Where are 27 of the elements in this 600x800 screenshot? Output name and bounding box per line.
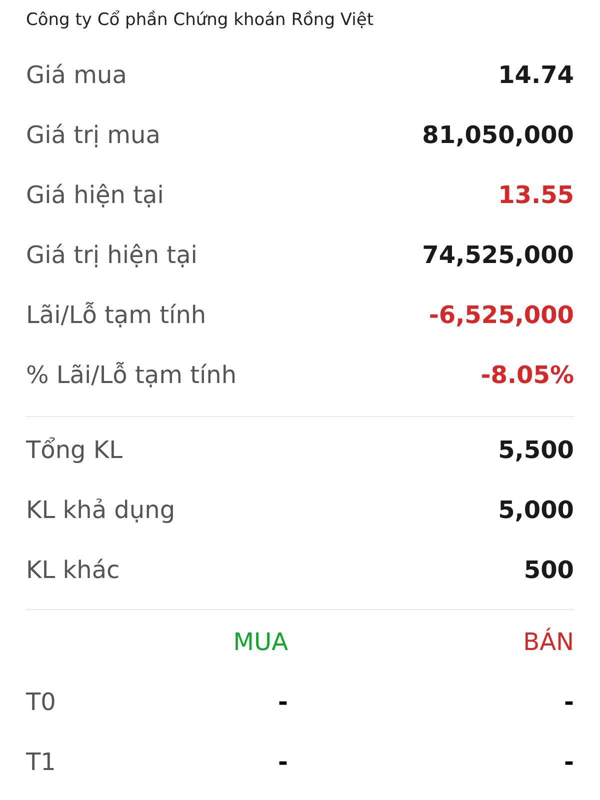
row-label: T0 xyxy=(26,688,57,716)
field-value: 5,000 xyxy=(498,496,574,524)
column-header: BÁN xyxy=(522,628,574,656)
row-label: T1 xyxy=(26,748,57,776)
field-value: -6,525,000 xyxy=(428,301,574,329)
table-cell-text: - xyxy=(277,688,288,716)
table-cell-text: - xyxy=(277,748,288,776)
table-cell-text: - xyxy=(563,688,574,716)
field-label: Giá trị mua xyxy=(26,121,160,149)
company-name: Công ty Cổ phần Chứng khoán Rồng Việt xyxy=(26,10,374,30)
field-label: KL khác xyxy=(26,556,120,584)
table-cell-text: - xyxy=(563,748,574,776)
column-header: MUA xyxy=(232,628,288,656)
field-value: 500 xyxy=(524,556,574,584)
field-label: Giá mua xyxy=(26,61,127,89)
field-value: -8.05% xyxy=(480,361,574,389)
field-value: 5,500 xyxy=(498,436,574,464)
field-value: 14.74 xyxy=(498,61,574,89)
field-value: 81,050,000 xyxy=(422,121,574,149)
field-value: 13.55 xyxy=(498,181,574,209)
field-label: % Lãi/Lỗ tạm tính xyxy=(26,361,237,389)
field-label: KL khả dụng xyxy=(26,496,176,524)
field-label: Giá trị hiện tại xyxy=(26,241,198,269)
field-label: Giá hiện tại xyxy=(26,181,164,209)
field-label: Tổng KL xyxy=(26,436,123,464)
field-value: 74,525,000 xyxy=(422,241,574,269)
field-label: Lãi/Lỗ tạm tính xyxy=(26,301,206,329)
